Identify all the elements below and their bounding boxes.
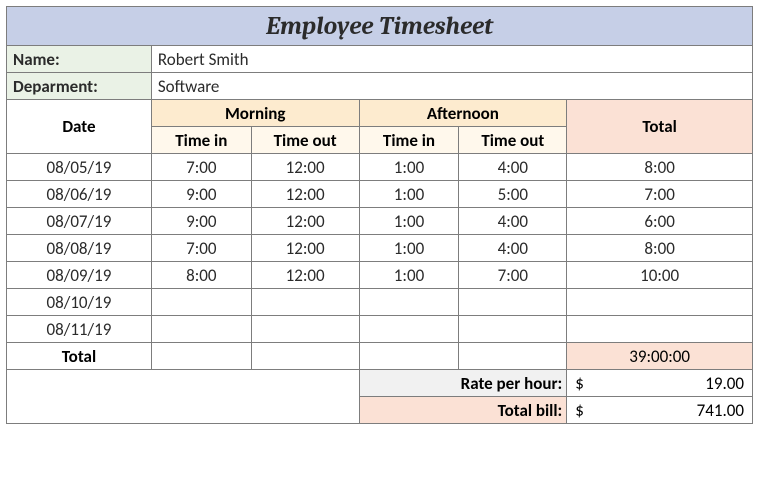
cell-morning-out: 12:00 (251, 208, 359, 235)
cell-total: 8:00 (567, 235, 753, 262)
cell-date: 08/05/19 (7, 154, 152, 181)
cell-morning-in (151, 316, 251, 343)
cell-total: 6:00 (567, 208, 753, 235)
department-value: Software (151, 73, 752, 100)
total-label: Total (7, 343, 152, 370)
header-morning-out: Time out (251, 127, 359, 154)
cell-morning-out: 12:00 (251, 262, 359, 289)
cell-afternoon-in: 1:00 (359, 154, 459, 181)
cell-afternoon-out: 5:00 (459, 181, 567, 208)
cell-afternoon-in (359, 289, 459, 316)
department-label: Deparment: (7, 73, 152, 100)
cell-afternoon-in: 1:00 (359, 262, 459, 289)
cell-afternoon-in: 1:00 (359, 208, 459, 235)
header-date: Date (7, 100, 152, 154)
bill-value: $ 741.00 (567, 397, 753, 424)
cell-date: 08/06/19 (7, 181, 152, 208)
cell-morning-out (251, 316, 359, 343)
cell-morning-in: 7:00 (151, 154, 251, 181)
table-row: 08/06/19 9:00 12:00 1:00 5:00 7:00 (7, 181, 753, 208)
cell-afternoon-out: 4:00 (459, 235, 567, 262)
cell-afternoon-out: 7:00 (459, 262, 567, 289)
header-morning: Morning (151, 100, 359, 127)
cell-afternoon-in (359, 316, 459, 343)
cell-afternoon-in: 1:00 (359, 181, 459, 208)
cell-morning-in: 7:00 (151, 235, 251, 262)
rate-value: $ 19.00 (567, 370, 753, 397)
table-row: 08/07/19 9:00 12:00 1:00 4:00 6:00 (7, 208, 753, 235)
cell-morning-out (251, 289, 359, 316)
table-row: 08/09/19 8:00 12:00 1:00 7:00 10:00 (7, 262, 753, 289)
total-blank (151, 343, 251, 370)
cell-afternoon-out: 4:00 (459, 208, 567, 235)
cell-date: 08/10/19 (7, 289, 152, 316)
table-row: 08/05/19 7:00 12:00 1:00 4:00 8:00 (7, 154, 753, 181)
total-blank (459, 343, 567, 370)
bill-amount: 741.00 (575, 400, 744, 421)
rate-label: Rate per hour: (359, 370, 567, 397)
cell-afternoon-out (459, 289, 567, 316)
cell-total: 8:00 (567, 154, 753, 181)
bill-label: Total bill: (359, 397, 567, 424)
cell-date: 08/07/19 (7, 208, 152, 235)
rate-amount: 19.00 (575, 373, 744, 394)
total-blank (359, 343, 459, 370)
currency-symbol: $ (575, 373, 584, 394)
cell-morning-out: 12:00 (251, 181, 359, 208)
table-row: 08/11/19 (7, 316, 753, 343)
header-afternoon-out: Time out (459, 127, 567, 154)
cell-morning-out: 12:00 (251, 154, 359, 181)
cell-total (567, 316, 753, 343)
cell-morning-in: 8:00 (151, 262, 251, 289)
cell-afternoon-out: 4:00 (459, 154, 567, 181)
cell-date: 08/09/19 (7, 262, 152, 289)
total-blank (251, 343, 359, 370)
cell-total: 10:00 (567, 262, 753, 289)
name-value: Robert Smith (151, 46, 752, 73)
name-label: Name: (7, 46, 152, 73)
header-afternoon-in: Time in (359, 127, 459, 154)
cell-morning-in: 9:00 (151, 181, 251, 208)
header-afternoon: Afternoon (359, 100, 567, 127)
cell-morning-in: 9:00 (151, 208, 251, 235)
cell-morning-in (151, 289, 251, 316)
cell-date: 08/11/19 (7, 316, 152, 343)
table-row: 08/08/19 7:00 12:00 1:00 4:00 8:00 (7, 235, 753, 262)
cell-total: 7:00 (567, 181, 753, 208)
sheet-title: Employee Timesheet (7, 7, 753, 46)
blank-area (7, 370, 360, 424)
cell-morning-out: 12:00 (251, 235, 359, 262)
total-hours: 39:00:00 (567, 343, 753, 370)
cell-date: 08/08/19 (7, 235, 152, 262)
timesheet-table: Employee Timesheet Name: Robert Smith De… (6, 6, 753, 424)
currency-symbol: $ (575, 400, 584, 421)
cell-afternoon-in: 1:00 (359, 235, 459, 262)
table-row: 08/10/19 (7, 289, 753, 316)
cell-afternoon-out (459, 316, 567, 343)
cell-total (567, 289, 753, 316)
header-total: Total (567, 100, 753, 154)
header-morning-in: Time in (151, 127, 251, 154)
